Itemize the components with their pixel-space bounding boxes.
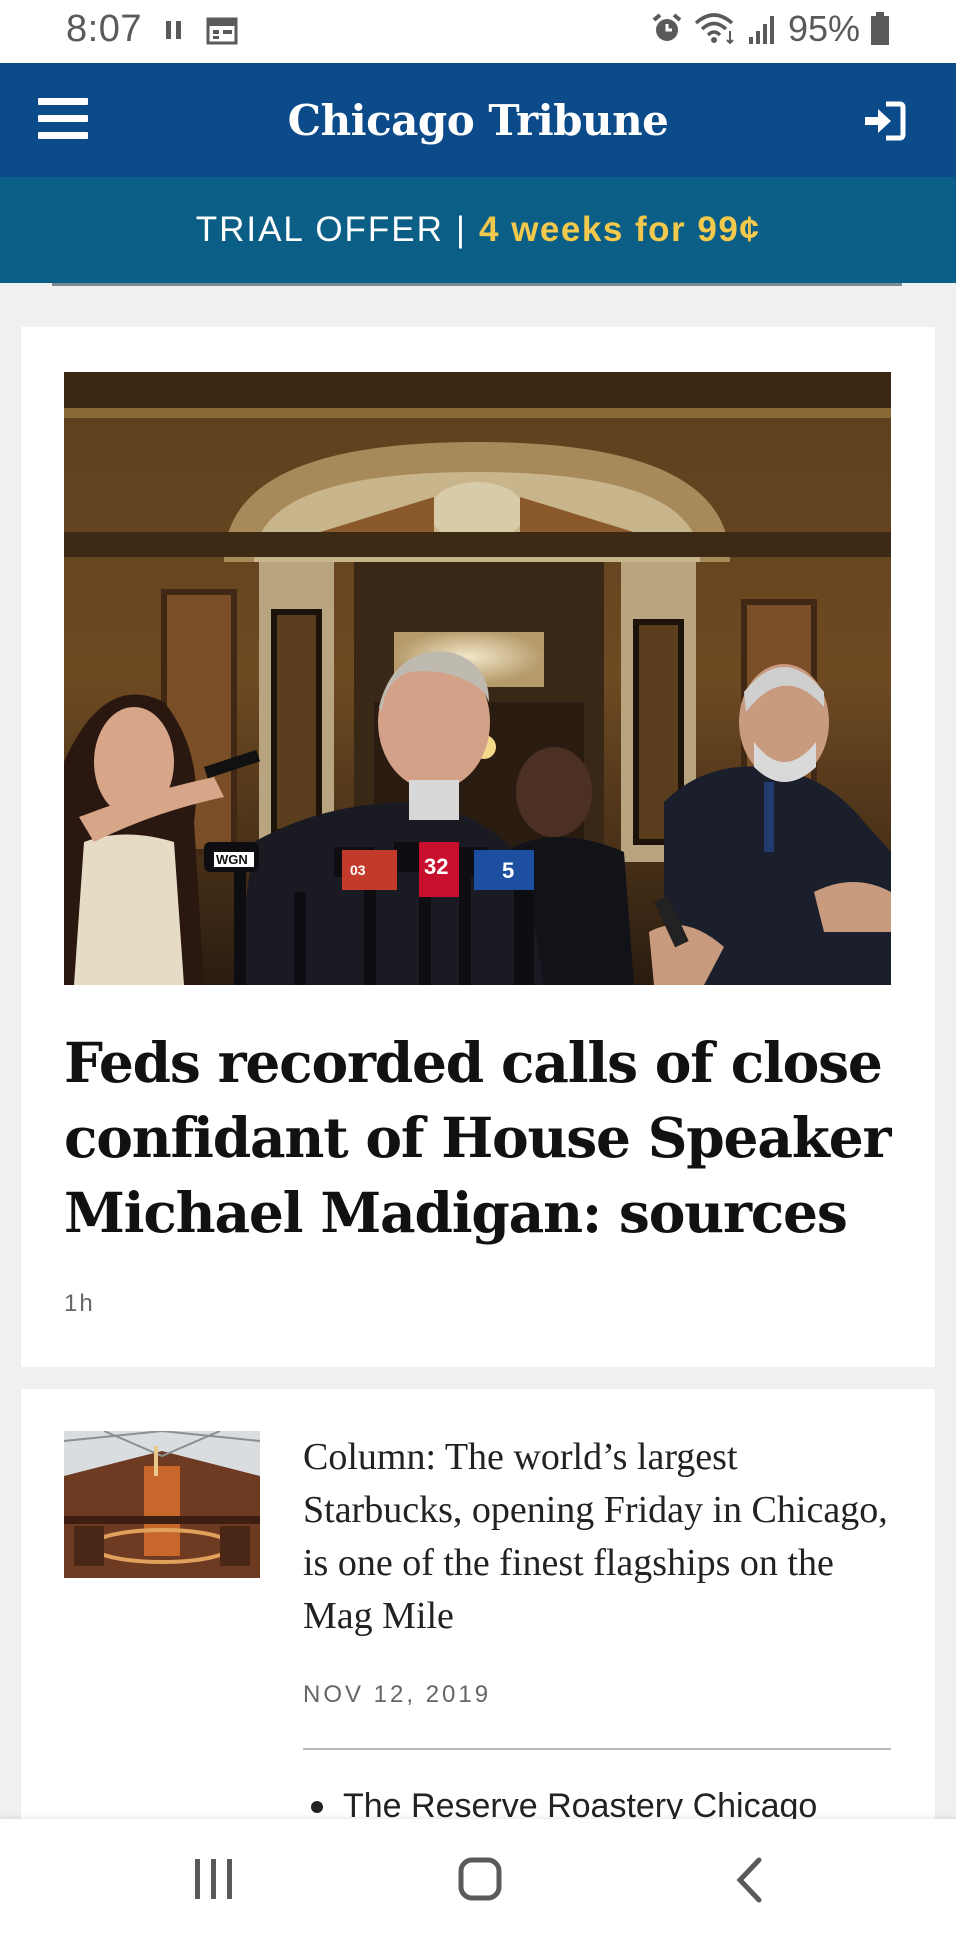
lead-story-timestamp: 1h: [64, 1290, 95, 1317]
lead-story-card[interactable]: WGN 03 32 5 Feds recorded calls of close…: [21, 327, 935, 1367]
divider: [52, 283, 902, 286]
story-divider: [303, 1748, 891, 1750]
back-icon[interactable]: [735, 1857, 765, 1903]
starbucks-roastery-photo: [64, 1431, 260, 1578]
trial-offer-banner[interactable]: TRIAL OFFER | 4 weeks for 99¢: [0, 177, 956, 283]
status-left: 8:07: [66, 8, 238, 51]
home-icon[interactable]: [458, 1857, 502, 1901]
status-right: 95%: [650, 8, 890, 50]
sign-in-icon[interactable]: [862, 101, 906, 141]
svg-text:5: 5: [502, 858, 514, 883]
svg-text:32: 32: [424, 854, 448, 879]
recent-apps-icon[interactable]: [193, 1857, 235, 1901]
trial-offer-separator: |: [455, 210, 468, 249]
status-bar: 8:07 95%: [0, 0, 956, 63]
hamburger-menu-icon[interactable]: [38, 98, 88, 144]
system-nav-bar: [0, 1819, 956, 1945]
lead-story-image[interactable]: WGN 03 32 5: [64, 372, 891, 985]
story-card[interactable]: Column: The world’s largest Starbucks, o…: [21, 1389, 935, 1819]
svg-text:WGN: WGN: [216, 852, 248, 867]
trial-offer-label: TRIAL OFFER: [195, 210, 444, 249]
pause-icon: [165, 20, 181, 39]
calendar-icon: [206, 17, 238, 44]
signal-icon: [748, 16, 774, 44]
story-headline[interactable]: Column: The world’s largest Starbucks, o…: [303, 1431, 903, 1643]
related-link-label: The Reserve Roastery Chicago: [343, 1787, 818, 1819]
alarm-icon: [652, 13, 682, 41]
story-date: NOV 12, 2019: [303, 1681, 492, 1708]
brand-logo[interactable]: Chicago Tribune: [288, 96, 669, 145]
status-time: 8:07: [66, 8, 142, 50]
related-link[interactable]: The Reserve Roastery Chicago: [311, 1787, 817, 1819]
lead-story-headline[interactable]: Feds recorded calls of close confidant o…: [64, 1025, 894, 1250]
battery-percent: 95%: [787, 8, 860, 49]
bullet-icon: [311, 1800, 323, 1813]
svg-text:03: 03: [350, 862, 366, 878]
trial-offer-price: 4 weeks for 99¢: [479, 210, 761, 249]
press-conference-photo: WGN 03 32 5: [64, 372, 891, 985]
app-header: Chicago Tribune: [0, 63, 956, 177]
story-thumbnail[interactable]: [64, 1431, 260, 1578]
wifi-icon: [694, 13, 734, 45]
battery-icon: [871, 12, 889, 45]
